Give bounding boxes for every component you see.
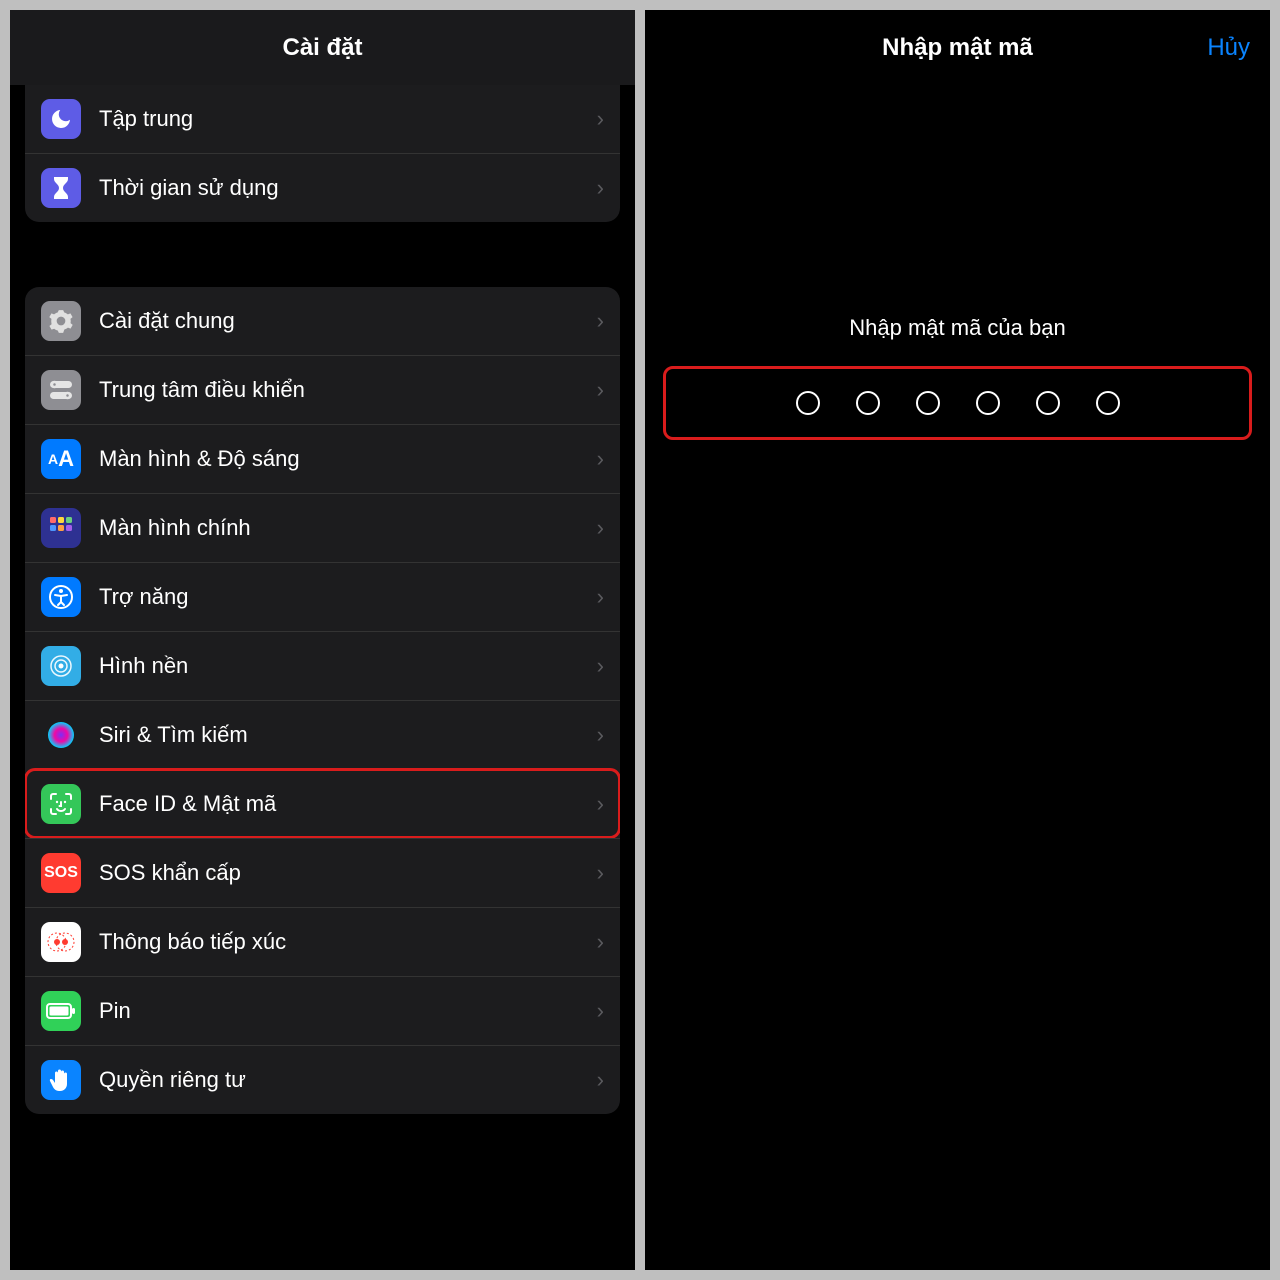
chevron-right-icon: › xyxy=(597,515,604,541)
passcode-dot xyxy=(916,391,940,415)
sos-icon: SOS xyxy=(41,853,81,893)
row-label: Trợ năng xyxy=(99,584,597,610)
chevron-right-icon: › xyxy=(597,175,604,201)
passcode-dot xyxy=(1096,391,1120,415)
row-label: Cài đặt chung xyxy=(99,308,597,334)
cancel-button[interactable]: Hủy xyxy=(1207,34,1250,62)
chevron-right-icon: › xyxy=(597,929,604,955)
row-display[interactable]: AA Màn hình & Độ sáng › xyxy=(25,424,620,493)
row-battery[interactable]: Pin › xyxy=(25,976,620,1045)
hourglass-icon xyxy=(41,168,81,208)
passcode-title: Nhập mật mã xyxy=(882,34,1033,62)
row-homescreen[interactable]: Màn hình chính › xyxy=(25,493,620,562)
chevron-right-icon: › xyxy=(597,998,604,1024)
row-siri[interactable]: Siri & Tìm kiếm › xyxy=(25,700,620,769)
chevron-right-icon: › xyxy=(597,791,604,817)
row-label: Siri & Tìm kiếm xyxy=(99,722,597,748)
chevron-right-icon: › xyxy=(597,1067,604,1093)
row-label: SOS khẩn cấp xyxy=(99,860,597,886)
home-screen-icon xyxy=(41,508,81,548)
row-accessibility[interactable]: Trợ năng › xyxy=(25,562,620,631)
moon-icon xyxy=(41,99,81,139)
row-label: Hình nền xyxy=(99,653,597,679)
passcode-dots[interactable] xyxy=(663,366,1252,440)
chevron-right-icon: › xyxy=(597,377,604,403)
passcode-prompt: Nhập mật mã của bạn xyxy=(645,315,1270,341)
passcode-dot xyxy=(856,391,880,415)
row-label: Màn hình chính xyxy=(99,515,597,541)
chevron-right-icon: › xyxy=(597,653,604,679)
row-faceid[interactable]: Face ID & Mật mã › xyxy=(25,769,620,838)
passcode-header: Nhập mật mã Hủy xyxy=(645,10,1270,85)
row-privacy[interactable]: Quyền riêng tư › xyxy=(25,1045,620,1114)
settings-title: Cài đặt xyxy=(10,10,635,85)
row-label: Thông báo tiếp xúc xyxy=(99,929,597,955)
settings-section-2: Cài đặt chung › Trung tâm điều khiển › A… xyxy=(25,287,620,1114)
row-sos[interactable]: SOS SOS khẩn cấp › xyxy=(25,838,620,907)
settings-pane: Cài đặt Tập trung › Thời gian sử dụng › xyxy=(10,10,635,1270)
chevron-right-icon: › xyxy=(597,860,604,886)
wallpaper-icon xyxy=(41,646,81,686)
row-label: Trung tâm điều khiển xyxy=(99,377,597,403)
settings-section-1: Tập trung › Thời gian sử dụng › xyxy=(25,85,620,222)
row-wallpaper[interactable]: Hình nền › xyxy=(25,631,620,700)
passcode-dot xyxy=(976,391,1000,415)
text-size-icon: AA xyxy=(41,439,81,479)
passcode-dot xyxy=(1036,391,1060,415)
row-label: Màn hình & Độ sáng xyxy=(99,446,597,472)
switches-icon xyxy=(41,370,81,410)
row-focus[interactable]: Tập trung › xyxy=(25,85,620,153)
passcode-pane: Nhập mật mã Hủy Nhập mật mã của bạn xyxy=(645,10,1270,1270)
gear-icon xyxy=(41,301,81,341)
exposure-icon xyxy=(41,922,81,962)
row-label: Face ID & Mật mã xyxy=(99,791,597,817)
row-label: Thời gian sử dụng xyxy=(99,175,597,201)
battery-icon xyxy=(41,991,81,1031)
row-exposure[interactable]: Thông báo tiếp xúc › xyxy=(25,907,620,976)
passcode-dot xyxy=(796,391,820,415)
hand-icon xyxy=(41,1060,81,1100)
chevron-right-icon: › xyxy=(597,106,604,132)
chevron-right-icon: › xyxy=(597,308,604,334)
row-control-center[interactable]: Trung tâm điều khiển › xyxy=(25,355,620,424)
chevron-right-icon: › xyxy=(597,446,604,472)
row-general[interactable]: Cài đặt chung › xyxy=(25,287,620,355)
accessibility-icon xyxy=(41,577,81,617)
chevron-right-icon: › xyxy=(597,722,604,748)
row-label: Quyền riêng tư xyxy=(99,1067,597,1093)
row-screentime[interactable]: Thời gian sử dụng › xyxy=(25,153,620,222)
row-label: Pin xyxy=(99,998,597,1024)
chevron-right-icon: › xyxy=(597,584,604,610)
row-label: Tập trung xyxy=(99,106,597,132)
faceid-icon xyxy=(41,784,81,824)
siri-icon xyxy=(41,715,81,755)
